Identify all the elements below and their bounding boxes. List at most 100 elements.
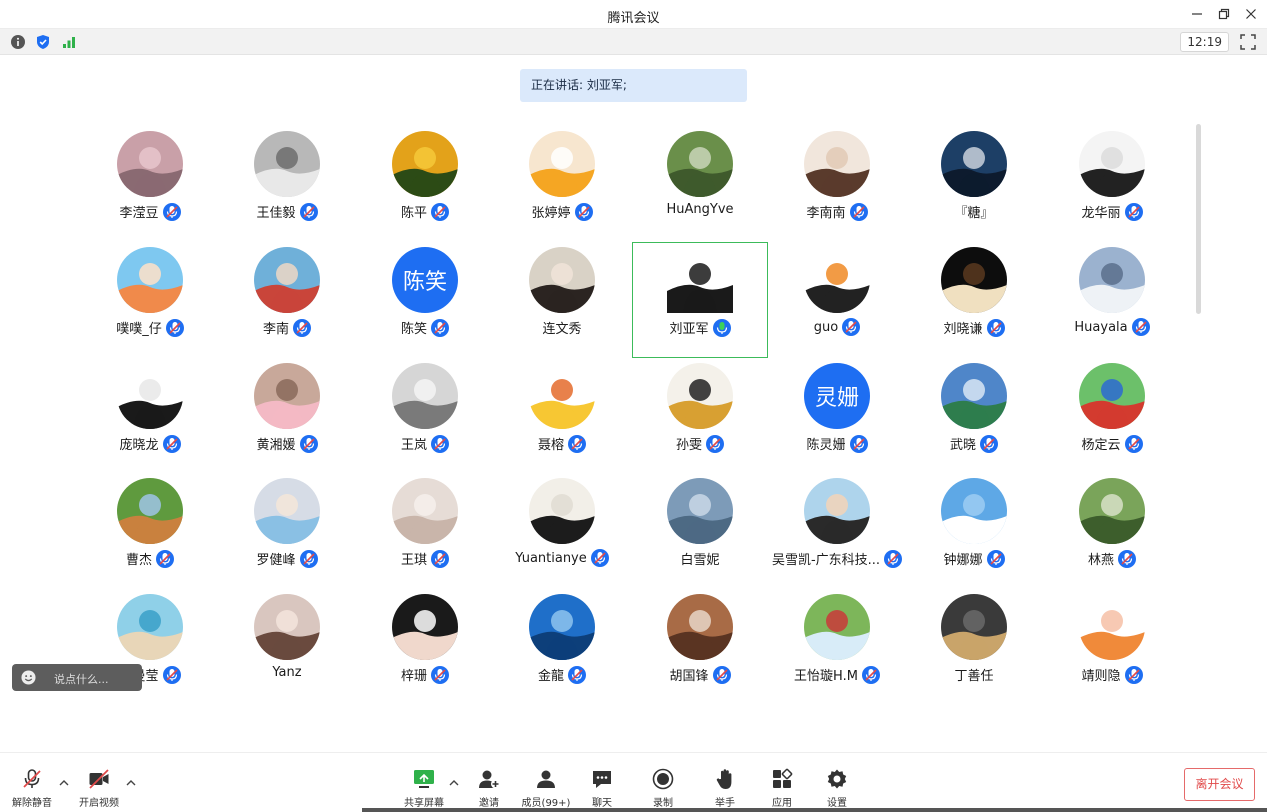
mic-muted-icon bbox=[299, 434, 318, 453]
participant-name: guo bbox=[813, 319, 839, 335]
participant-tile[interactable]: 胡国锋 bbox=[632, 589, 768, 705]
participant-name-row: 陈笑 bbox=[357, 318, 493, 337]
participant-tile[interactable]: 张婷婷 bbox=[494, 126, 630, 242]
participant-name: 武晓 bbox=[949, 438, 976, 453]
participant-tile[interactable]: 陈平 bbox=[357, 126, 493, 242]
participant-avatar bbox=[117, 247, 183, 313]
participant-tile[interactable]: guo bbox=[769, 242, 905, 358]
participant-name: 金龍 bbox=[537, 669, 564, 684]
apps-button[interactable]: 应用 bbox=[752, 761, 812, 809]
participant-tile[interactable]: 李南 bbox=[219, 242, 355, 358]
participant-tile[interactable]: 陈笑 陈笑 bbox=[357, 242, 493, 358]
members-button[interactable]: 成员(99+) bbox=[516, 761, 576, 809]
minimize-button[interactable] bbox=[1184, 3, 1210, 25]
participant-avatar bbox=[804, 478, 870, 544]
participant-tile[interactable]: 刘晓谦 bbox=[906, 242, 1042, 358]
share-screen-label: 共享屏幕 bbox=[404, 798, 444, 809]
participant-tile[interactable]: 聂榕 bbox=[494, 358, 630, 474]
apps-icon bbox=[773, 768, 793, 788]
participant-tile[interactable]: 李南南 bbox=[769, 126, 905, 242]
participant-tile[interactable]: 杨定云 bbox=[1044, 358, 1180, 474]
raise-hand-button[interactable]: 举手 bbox=[695, 761, 755, 809]
participant-name: 『糖』 bbox=[954, 206, 994, 221]
participant-tile[interactable]: 孙雯 bbox=[632, 358, 768, 474]
participant-name-row: 杨定云 bbox=[1044, 434, 1180, 453]
participant-name-row: 王佳毅 bbox=[219, 202, 355, 221]
audio-options-chevron-icon[interactable] bbox=[59, 779, 69, 787]
chat-button[interactable]: 聊天 bbox=[572, 761, 632, 809]
participant-avatar bbox=[117, 131, 183, 197]
fullscreen-icon[interactable] bbox=[1239, 33, 1257, 51]
signal-icon[interactable] bbox=[61, 34, 77, 50]
participant-name-row: 李滢豆 bbox=[82, 202, 218, 221]
participant-tile[interactable]: 王岚 bbox=[357, 358, 493, 474]
participant-avatar bbox=[392, 363, 458, 429]
taskbar-strip bbox=[362, 808, 1267, 812]
share-options-chevron-icon[interactable] bbox=[449, 779, 459, 787]
avatar-initials: 陈笑 bbox=[402, 270, 447, 295]
participant-name: 丁善任 bbox=[954, 669, 994, 684]
mic-muted-icon bbox=[568, 434, 586, 453]
participant-name: 梓珊 bbox=[400, 669, 427, 684]
participant-avatar bbox=[667, 131, 733, 197]
participant-tile[interactable]: Yanz bbox=[219, 589, 355, 705]
video-off-icon bbox=[89, 769, 109, 789]
participant-tile[interactable]: 丁善任 bbox=[906, 589, 1042, 705]
restore-button[interactable] bbox=[1211, 3, 1237, 25]
mic-muted-icon bbox=[706, 434, 724, 453]
participant-name-row: 李南南 bbox=[769, 202, 905, 221]
participant-tile[interactable]: 王怡璇H.M bbox=[769, 589, 905, 705]
participant-tile[interactable]: 王琪 bbox=[357, 473, 493, 589]
grid-scrollbar[interactable] bbox=[1196, 124, 1201, 314]
participant-tile[interactable]: 黄湘媛 bbox=[219, 358, 355, 474]
info-icon[interactable] bbox=[10, 34, 26, 50]
security-shield-icon[interactable] bbox=[35, 34, 51, 50]
participant-tile[interactable]: 罗健峰 bbox=[219, 473, 355, 589]
chat-placeholder: 说点什么... bbox=[54, 673, 109, 686]
participant-tile[interactable]: 曹杰 bbox=[82, 473, 218, 589]
participant-tile[interactable]: 李滢豆 bbox=[82, 126, 218, 242]
quick-chat-input[interactable]: 说点什么... bbox=[12, 664, 142, 691]
participant-tile[interactable]: 金龍 bbox=[494, 589, 630, 705]
participant-tile[interactable]: 林燕 bbox=[1044, 473, 1180, 589]
participant-name-row: 胡国锋 bbox=[632, 665, 768, 684]
participant-tile[interactable]: 靖则隐 bbox=[1044, 589, 1180, 705]
participant-name-row: 钟娜娜 bbox=[906, 549, 1042, 568]
participant-tile[interactable]: 吴雪凯-广东科技... bbox=[769, 473, 905, 589]
mic-muted-icon bbox=[299, 549, 318, 568]
mic-muted-icon bbox=[986, 549, 1005, 568]
participant-tile[interactable]: 噗噗_仔 bbox=[82, 242, 218, 358]
participant-tile[interactable]: 龙华丽 bbox=[1044, 126, 1180, 242]
participant-tile[interactable]: Huayala bbox=[1044, 242, 1180, 358]
video-options-chevron-icon[interactable] bbox=[126, 779, 136, 787]
participant-avatar bbox=[804, 247, 870, 313]
participant-name-row: HuAngYve bbox=[632, 202, 768, 217]
participant-tile[interactable]: Yuantianye bbox=[494, 473, 630, 589]
participant-tile[interactable]: 庞晓龙 bbox=[82, 358, 218, 474]
participant-tile[interactable]: 钟娜娜 bbox=[906, 473, 1042, 589]
participant-tile[interactable]: 刘亚军 bbox=[632, 242, 768, 358]
participant-avatar bbox=[529, 247, 595, 313]
settings-button[interactable]: 设置 bbox=[807, 761, 867, 809]
unmute-button[interactable]: 解除静音 bbox=[2, 761, 62, 809]
participant-avatar bbox=[392, 594, 458, 660]
participant-name-row: 金龍 bbox=[494, 665, 630, 684]
record-label: 录制 bbox=[653, 798, 673, 809]
participant-tile[interactable]: 『糖』 bbox=[906, 126, 1042, 242]
close-button[interactable] bbox=[1238, 3, 1264, 25]
participant-tile[interactable]: 连文秀 bbox=[494, 242, 630, 358]
participant-tile[interactable]: 白雪妮 bbox=[632, 473, 768, 589]
participant-tile[interactable]: 武晓 bbox=[906, 358, 1042, 474]
emoji-icon[interactable] bbox=[21, 670, 36, 685]
share-screen-button[interactable]: 共享屏幕 bbox=[394, 761, 454, 809]
mic-muted-icon bbox=[861, 665, 880, 684]
participant-tile[interactable]: 灵姗 陈灵姗 bbox=[769, 358, 905, 474]
record-button[interactable]: 录制 bbox=[633, 761, 693, 809]
leave-meeting-button[interactable]: 离开会议 bbox=[1184, 768, 1255, 801]
participant-tile[interactable]: 梓珊 bbox=[357, 589, 493, 705]
participant-tile[interactable]: 王佳毅 bbox=[219, 126, 355, 242]
start-video-button[interactable]: 开启视频 bbox=[69, 761, 129, 809]
invite-button[interactable]: 邀请 bbox=[459, 761, 519, 809]
mic-muted-icon bbox=[162, 434, 181, 453]
participant-tile[interactable]: HuAngYve bbox=[632, 126, 768, 242]
